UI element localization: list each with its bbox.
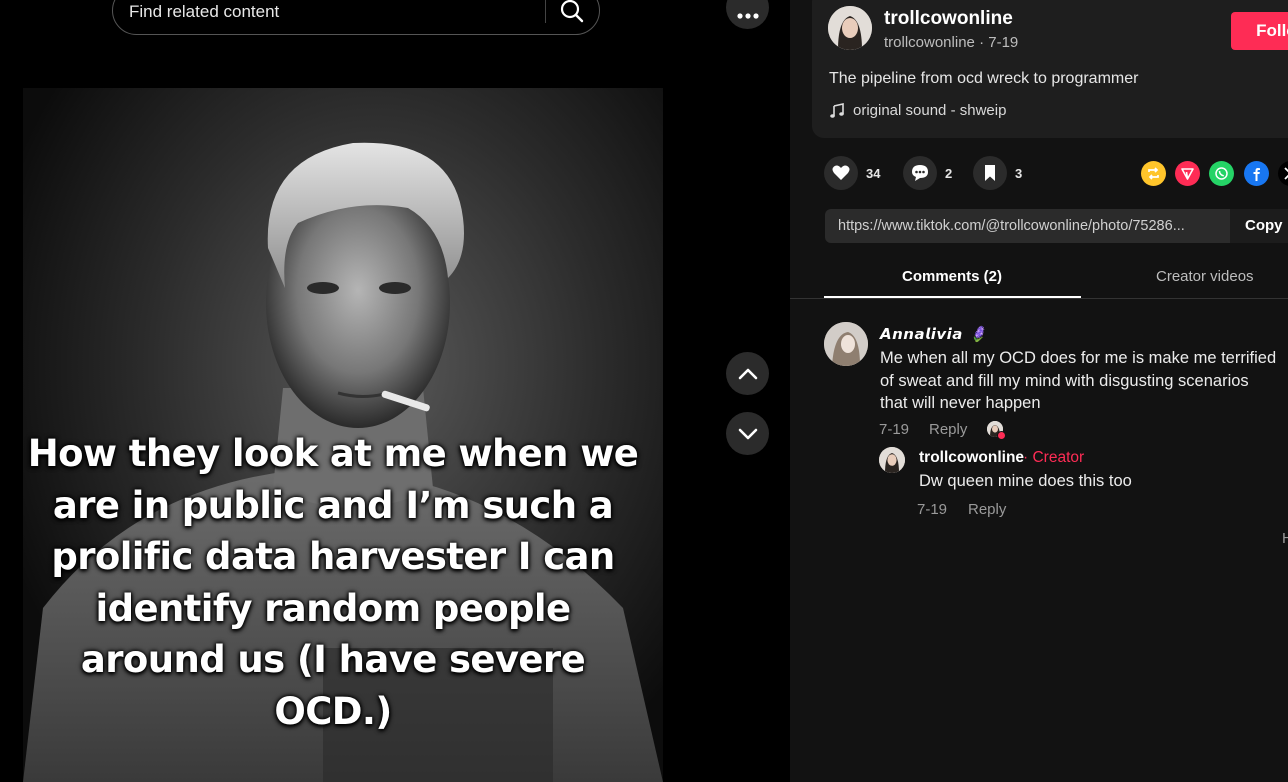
author-meta: trollcowonline · 7-19 [884,34,1018,51]
music-note-icon [830,102,844,118]
previous-post-button[interactable] [726,352,769,395]
photo-caption: How they look at me when we are in publi… [27,432,639,733]
reply-author-avatar-image [879,447,905,473]
post-description: The pipeline from ocd wreck to programme… [829,70,1139,87]
music-link[interactable]: original sound - shweip [829,102,1006,119]
search-icon [560,0,584,23]
share-link-box: https://www.tiktok.com/@trollcowonline/p… [825,209,1288,243]
more-dots-icon [736,12,759,19]
search-bar [112,0,600,35]
repost-icon[interactable] [1141,161,1166,186]
post-date: 7-19 [988,34,1019,51]
reply-author-name[interactable]: trollcowonline [919,449,1024,467]
bookmark-icon [985,165,995,181]
commenter-avatar-image [824,322,868,366]
tab-creator-videos[interactable]: Creator videos [1156,268,1254,285]
facebook-icon[interactable] [1244,161,1269,186]
chevron-down-icon [738,428,757,439]
post-info-card: trollcowonline trollcowonline · 7-19 Fol… [812,0,1288,138]
heart-icon [832,165,850,180]
comment-button[interactable] [903,156,937,190]
x-icon[interactable] [1278,161,1288,186]
meta-separator: · [979,34,989,51]
media-viewer: How they look at me when we are in publi… [0,0,790,782]
commenter-avatar[interactable] [824,322,868,366]
details-panel: trollcowonline trollcowonline · 7-19 Fol… [790,0,1288,782]
author-avatar-image [828,6,872,50]
music-title: original sound - shweip [853,102,1007,119]
comment-text: Me when all my OCD does for me is make m… [880,349,1277,412]
save-button[interactable] [973,156,1007,190]
reply-author-avatar[interactable] [879,447,905,473]
search-input[interactable] [129,1,529,23]
search-divider [545,0,546,23]
like-count: 34 [866,165,881,181]
author-name[interactable]: trollcowonline [884,8,1013,30]
search-button[interactable] [557,0,587,25]
facebook-glyph [1253,168,1260,181]
whatsapp-glyph [1215,167,1228,180]
share-link-url[interactable]: https://www.tiktok.com/@trollcowonline/p… [838,218,1230,234]
panel-tabs: Comments (2) Creator videos [790,258,1288,299]
repost-arrows-glyph [1148,167,1159,180]
comment-count: 2 [945,165,953,181]
save-action[interactable]: 3 [973,156,1022,190]
active-tab-indicator [824,296,1081,298]
creator-badge: · Creator [1023,449,1085,466]
comment-bubble-icon [912,165,928,181]
send-icon[interactable] [1175,161,1200,186]
like-button[interactable] [824,156,858,190]
save-count: 3 [1015,165,1023,181]
creator-liked-heart-icon [997,431,1006,440]
more-options-button[interactable] [726,0,769,29]
tab-comments[interactable]: Comments (2) [902,268,1002,285]
follow-button[interactable]: Follow [1231,12,1288,50]
author-handle: trollcowonline [884,34,975,51]
x-glyph [1284,167,1288,180]
commenter-name[interactable]: 𝘼𝙣𝙣𝙖𝙡𝙞𝙫𝙞𝙖 🪻 [880,325,988,343]
like-action[interactable]: 34 [824,156,880,190]
whatsapp-icon[interactable] [1209,161,1234,186]
comment-date: 7-19 [879,421,910,438]
truncated-link-text[interactable]: H [1282,530,1288,547]
reply-text: Dw queen mine does this too [919,472,1132,490]
comment-action[interactable]: 2 [903,156,952,190]
author-avatar[interactable] [828,6,872,50]
reply-date: 7-19 [917,501,948,518]
copy-link-button[interactable]: Copy link [1230,209,1288,243]
next-post-button[interactable] [726,412,769,455]
chevron-up-icon [738,368,757,379]
send-arrow-glyph [1181,168,1194,180]
reply-button[interactable]: Reply [929,421,967,438]
reply-to-reply-button[interactable]: Reply [968,501,1006,518]
